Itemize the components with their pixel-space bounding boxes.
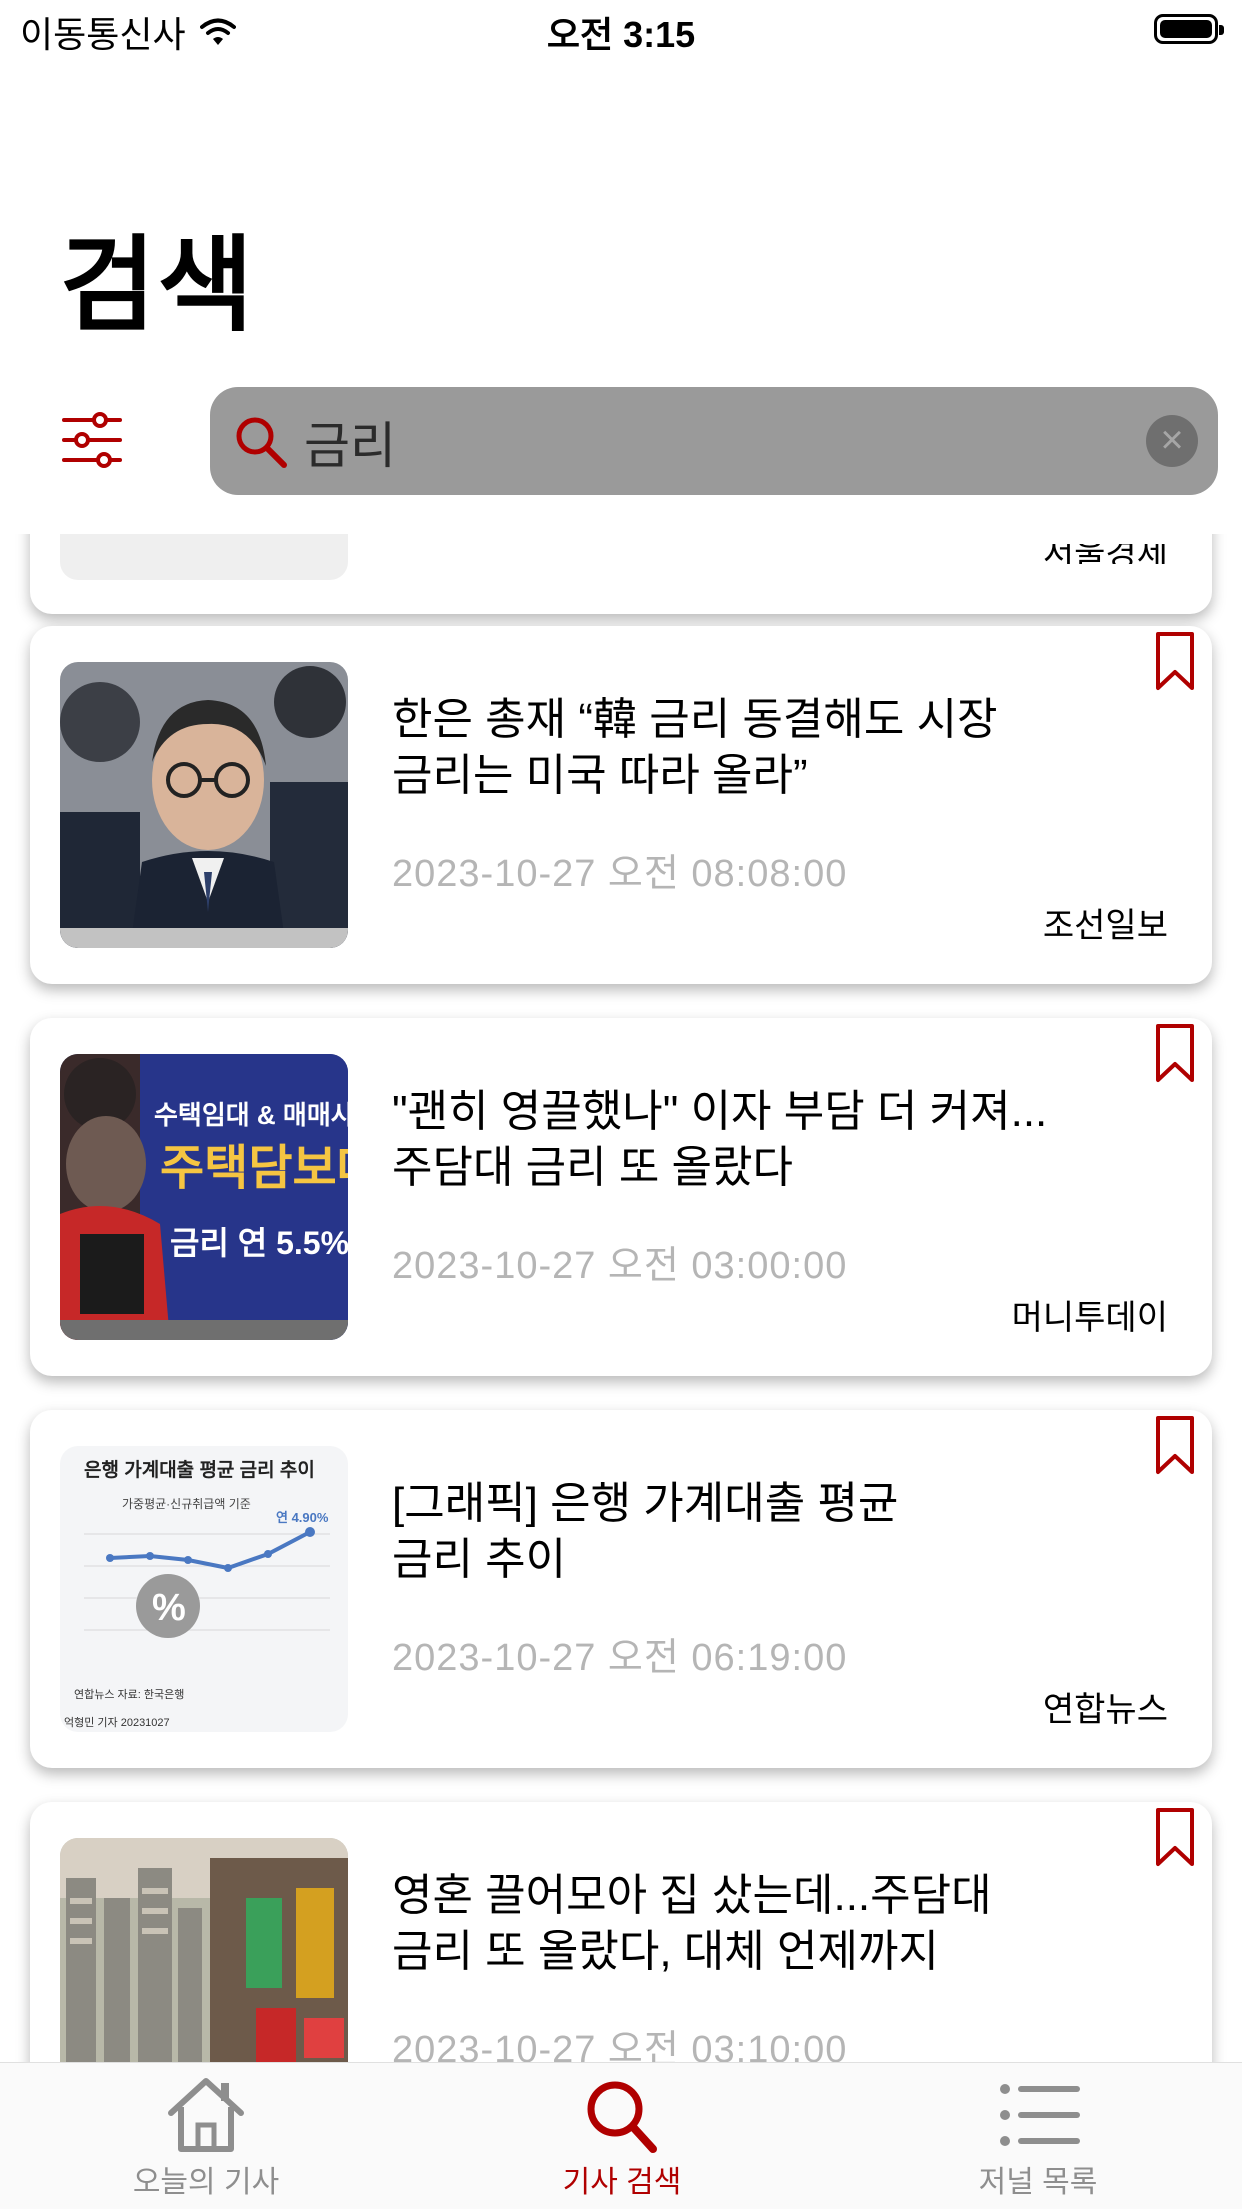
thumb-sign-text: 수택임대 & 매매사업자: [154, 1100, 348, 1130]
search-bar[interactable]: ×: [210, 387, 1218, 495]
article-card[interactable]: 한은 총재 “韓 금리 동결해도 시장 금리는 미국 따라 올라” 2023-1…: [30, 626, 1212, 984]
article-card-partial[interactable]: 서울경제: [30, 534, 1212, 614]
article-title-line: [그래픽] 은행 가계대출 평균: [392, 1479, 899, 1528]
article-source: 머니투데이: [1011, 1299, 1168, 1337]
tab-article-search[interactable]: 기사 검색: [472, 2075, 772, 2201]
search-icon: [587, 2081, 657, 2153]
article-title-line: 한은 총재 “韓 금리 동결해도 시장: [392, 695, 998, 744]
page-title: 검색: [60, 228, 256, 344]
article-source: 연합뉴스: [1042, 1691, 1168, 1729]
article-title: 한은 총재 “韓 금리 동결해도 시장 금리는 미국 따라 올라”: [392, 692, 1092, 804]
search-input[interactable]: [302, 407, 1106, 477]
filter-button[interactable]: [60, 410, 124, 470]
tab-journal-list[interactable]: 저널 목록: [888, 2075, 1188, 2201]
article-title: 영혼 끌어모아 집 샀는데...주담대 금리 또 올랐다, 대체 언제까지: [392, 1868, 1092, 1980]
thumb-chart-title: 은행 가계대출 평균 금리 추이: [84, 1459, 315, 1481]
bookmark-icon[interactable]: [1154, 1022, 1196, 1086]
article-card[interactable]: 은행 가계대출 평균 금리 추이 가중평균·신규취급액 기준 연 4.90% %…: [30, 1410, 1212, 1768]
tab-label: 기사 검색: [562, 2166, 682, 2199]
article-title: "괜히 영끌했나" 이자 부담 더 커져... 주담대 금리 또 올랐다: [392, 1084, 1092, 1196]
bookmark-icon[interactable]: [1154, 630, 1196, 694]
thumb-chart-latest: 연 4.90%: [276, 1510, 329, 1525]
source-partial: 서울경제: [1042, 544, 1168, 564]
tab-today-articles[interactable]: 오늘의 기사: [56, 2075, 356, 2201]
article-thumbnail: 은행 가계대출 평균 금리 추이 가중평균·신규취급액 기준 연 4.90% %…: [60, 1446, 348, 1732]
bookmark-icon[interactable]: [1154, 1414, 1196, 1478]
status-bar: 이동통신사 오전 3:15: [0, 0, 1242, 62]
article-date: 2023-10-27 오전 03:00:00: [392, 1245, 848, 1287]
article-thumbnail: [60, 662, 348, 948]
article-thumbnail: 수택임대 & 매매사업자 주택담보대 금리 연 5.5%~6: [60, 1054, 348, 1340]
search-icon: [236, 417, 287, 468]
search-results-list[interactable]: 서울경제 한은 총재 “韓 금리 동결해도 시장 금리는 미국 따라 올라” 2…: [0, 534, 1242, 2062]
thumb-chart-subtitle: 가중평균·신규취급액 기준: [122, 1497, 251, 1511]
tab-bar: 오늘의 기사 기사 검색 저널 목록: [0, 2062, 1242, 2209]
article-title-line: 금리는 미국 따라 올라”: [392, 751, 808, 800]
thumb-chart-source: 연합뉴스 자료: 한국은행: [74, 1688, 184, 1701]
article-date: 2023-10-27 오전 08:08:00: [392, 853, 848, 895]
thumbnail-partial: [60, 534, 348, 580]
status-time: 오전 3:15: [546, 14, 696, 55]
article-card[interactable]: 수택임대 & 매매사업자 주택담보대 금리 연 5.5%~6 "괜히 영끌했나"…: [30, 1018, 1212, 1376]
article-source: 조선일보: [1042, 907, 1168, 945]
thumb-sign-text: 금리 연 5.5%~6: [170, 1225, 348, 1261]
article-date: 2023-10-27 오전 06:19:00: [392, 1637, 848, 1679]
thumb-chart-credit: 억형민 기자 20231027: [64, 1716, 170, 1729]
article-title-line: 금리 또 올랐다, 대체 언제까지: [392, 1927, 939, 1976]
clear-search-button[interactable]: ×: [1146, 415, 1198, 467]
svg-text:%: %: [152, 1587, 186, 1629]
article-title-line: 주담대 금리 또 올랐다: [392, 1143, 793, 1192]
tab-label: 저널 목록: [978, 2166, 1098, 2199]
article-title-line: "괜히 영끌했나" 이자 부담 더 커져...: [392, 1087, 1048, 1136]
article-title-line: 금리 추이: [392, 1535, 567, 1584]
article-title: [그래픽] 은행 가계대출 평균 금리 추이: [392, 1476, 1092, 1588]
article-thumbnail: [60, 1838, 348, 2062]
tab-label: 오늘의 기사: [132, 2166, 280, 2199]
bookmark-icon[interactable]: [1154, 1806, 1196, 1870]
thumb-sign-text: 주택담보대: [160, 1142, 348, 1195]
article-date: 2023-10-27 오전 03:10:00: [392, 2029, 848, 2062]
sliders-icon: [62, 412, 122, 468]
article-title-line: 영혼 끌어모아 집 샀는데...주담대: [392, 1871, 992, 1920]
article-card[interactable]: 영혼 끌어모아 집 샀는데...주담대 금리 또 올랐다, 대체 언제까지 20…: [30, 1802, 1212, 2062]
battery-icon: [1154, 14, 1224, 44]
list-icon: [1000, 2084, 1080, 2146]
close-circle-icon: ×: [1160, 418, 1184, 462]
home-icon: [168, 2078, 244, 2152]
